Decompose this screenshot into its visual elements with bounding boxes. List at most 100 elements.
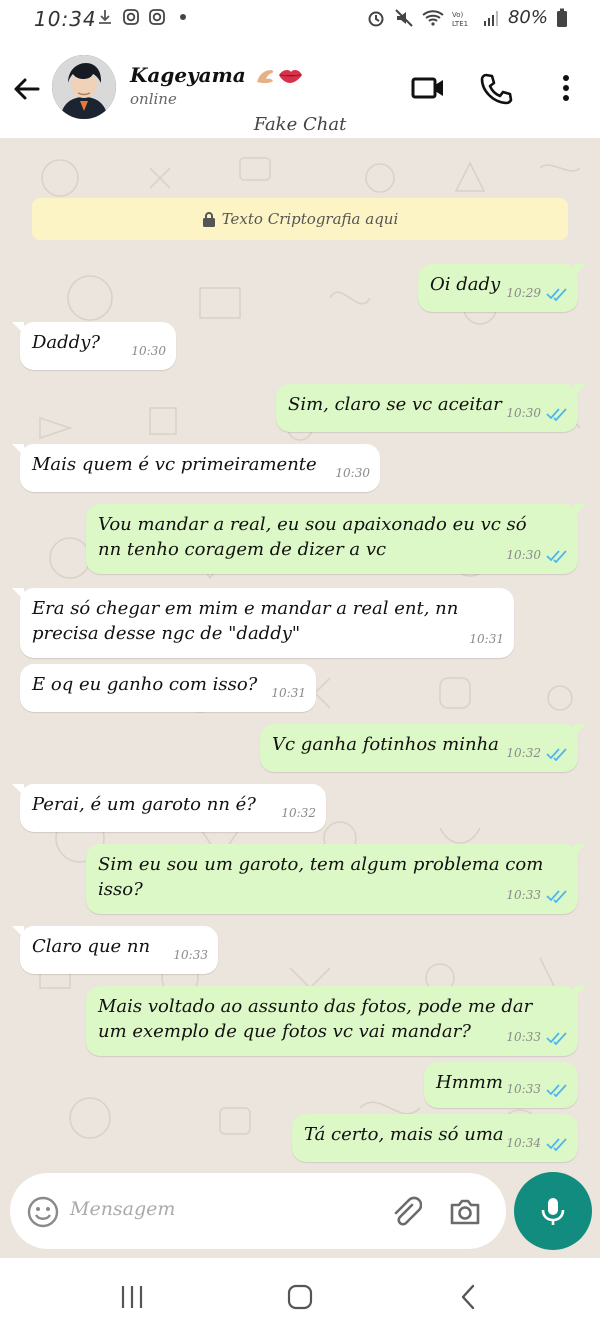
message-in[interactable]: Perai, é um garoto nn é? 10:32	[12, 784, 326, 832]
read-ticks-icon	[546, 287, 567, 301]
message-time: 10:34	[506, 1136, 541, 1150]
message-text: Sim eu sou um garoto, tem algum problema…	[98, 854, 544, 900]
message-meta: 10:30	[131, 339, 166, 364]
message-text: E oq eu ganho com isso?	[32, 674, 258, 695]
attach-icon[interactable]	[388, 1195, 422, 1229]
message-text: Era só chegar em mim e mandar a real ent…	[32, 598, 459, 644]
message-text: Mais voltado ao assunto das fotos, pode …	[98, 996, 533, 1042]
download-icon	[99, 10, 111, 24]
recent-apps-icon[interactable]	[117, 1282, 147, 1312]
message-in[interactable]: Mais quem é vc primeiramente 10:30	[12, 444, 380, 492]
back-arrow-icon[interactable]	[10, 72, 44, 106]
read-ticks-icon	[546, 1137, 567, 1151]
message-meta: 10:31	[469, 627, 504, 652]
dot-icon	[180, 14, 186, 20]
message-out[interactable]: Vou mandar a real, eu sou apaixonado eu …	[86, 504, 586, 574]
instagram-icon	[123, 9, 139, 25]
message-input[interactable]: Mensagem	[70, 1198, 175, 1220]
camera-icon[interactable]	[448, 1195, 482, 1229]
message-in[interactable]: E oq eu ganho com isso? 10:31	[20, 664, 316, 712]
message-meta: 10:34	[506, 1131, 568, 1156]
message-in[interactable]: Claro que nn 10:33	[12, 926, 218, 974]
read-ticks-icon	[546, 407, 567, 421]
wifi-icon	[422, 9, 444, 26]
svg-text:Vo): Vo)	[452, 11, 464, 19]
instagram-icon	[149, 9, 165, 25]
message-time: 10:30	[131, 344, 166, 358]
message-meta: 10:33	[173, 943, 208, 968]
more-vert-icon[interactable]	[548, 70, 584, 106]
contact-name[interactable]: Kageyama	[130, 63, 303, 87]
encryption-text: Texto Criptografia aqui	[221, 210, 399, 228]
system-nav-bar	[0, 1258, 600, 1333]
read-ticks-icon	[546, 747, 567, 761]
emoji-decoration	[256, 70, 302, 84]
message-text: Mais quem é vc primeiramente	[32, 454, 317, 475]
message-time: 10:30	[506, 548, 541, 562]
message-meta: 10:31	[271, 681, 306, 706]
video-call-icon[interactable]	[410, 70, 446, 106]
nav-back-icon[interactable]	[454, 1282, 484, 1312]
message-meta: 10:33	[506, 1025, 568, 1050]
notification-icons	[96, 8, 192, 26]
avatar-image	[52, 55, 116, 119]
chat-area[interactable]: Texto Criptografia aqui Oi dady 10:29 Da…	[0, 138, 600, 1258]
svg-text:LTE1: LTE1	[452, 20, 468, 28]
read-ticks-icon	[546, 1031, 567, 1045]
avatar[interactable]	[52, 55, 116, 119]
message-text: Vou mandar a real, eu sou apaixonado eu …	[98, 514, 527, 560]
home-icon[interactable]	[285, 1282, 315, 1312]
message-meta: 10:30	[506, 543, 568, 568]
contact-status: online	[130, 90, 177, 108]
status-time: 10:34	[34, 7, 97, 31]
message-meta: 10:30	[335, 461, 370, 486]
phone-icon[interactable]	[478, 70, 514, 106]
message-input-bar[interactable]: Mensagem	[10, 1173, 506, 1249]
status-bar: 10:34 Vo) LTE1 80%	[0, 0, 600, 38]
message-in[interactable]: Era só chegar em mim e mandar a real ent…	[12, 588, 514, 658]
message-out[interactable]: Oi dady 10:29	[418, 264, 586, 312]
message-out[interactable]: Mais voltado ao assunto das fotos, pode …	[86, 986, 586, 1056]
message-meta: 10:33	[506, 1077, 568, 1102]
lock-icon	[202, 212, 215, 227]
battery-icon	[557, 8, 567, 27]
message-time: 10:31	[271, 686, 306, 700]
message-meta: 10:32	[281, 801, 316, 826]
battery-percent: 80%	[507, 7, 548, 28]
message-out[interactable]: Hmmm 10:33	[424, 1062, 578, 1108]
message-time: 10:33	[506, 1082, 541, 1096]
message-out[interactable]: Tá certo, mais só uma 10:34	[292, 1114, 578, 1162]
message-text: Perai, é um garoto nn é?	[32, 794, 256, 815]
alarm-icon	[368, 11, 384, 26]
message-out[interactable]: Sim eu sou um garoto, tem algum problema…	[86, 844, 586, 914]
message-time: 10:33	[506, 888, 541, 902]
cell-signal-icon	[483, 10, 498, 26]
lte-signal-icon: Vo)LTE1	[452, 11, 468, 28]
message-meta: 10:33	[506, 883, 568, 908]
message-time: 10:32	[281, 806, 316, 820]
message-out[interactable]: Sim, claro se vc aceitar 10:30	[276, 384, 586, 432]
chat-header: Kageyama online Fake Chat	[0, 38, 600, 138]
mute-icon	[395, 8, 413, 27]
message-meta: 10:29	[506, 281, 568, 306]
message-in[interactable]: Daddy? 10:30	[12, 322, 176, 370]
message-time: 10:33	[506, 1030, 541, 1044]
message-time: 10:29	[506, 286, 541, 300]
encryption-notice[interactable]: Texto Criptografia aqui	[32, 198, 568, 240]
mic-button[interactable]	[514, 1172, 592, 1250]
message-time: 10:30	[506, 406, 541, 420]
contact-name-text: Kageyama	[130, 63, 246, 87]
message-out[interactable]: Vc ganha fotinhos minha 10:32	[260, 724, 586, 772]
mic-icon	[541, 1198, 565, 1225]
system-icons: Vo) LTE1 80%	[366, 7, 568, 28]
message-time: 10:33	[173, 948, 208, 962]
message-time: 10:32	[506, 746, 541, 760]
message-meta: 10:30	[506, 401, 568, 426]
read-ticks-icon	[546, 549, 567, 563]
message-meta: 10:32	[506, 741, 568, 766]
message-time: 10:31	[469, 632, 504, 646]
watermark-text: Fake Chat	[253, 114, 347, 135]
read-ticks-icon	[546, 1083, 567, 1097]
message-time: 10:30	[335, 466, 370, 480]
emoji-icon[interactable]	[26, 1195, 60, 1229]
